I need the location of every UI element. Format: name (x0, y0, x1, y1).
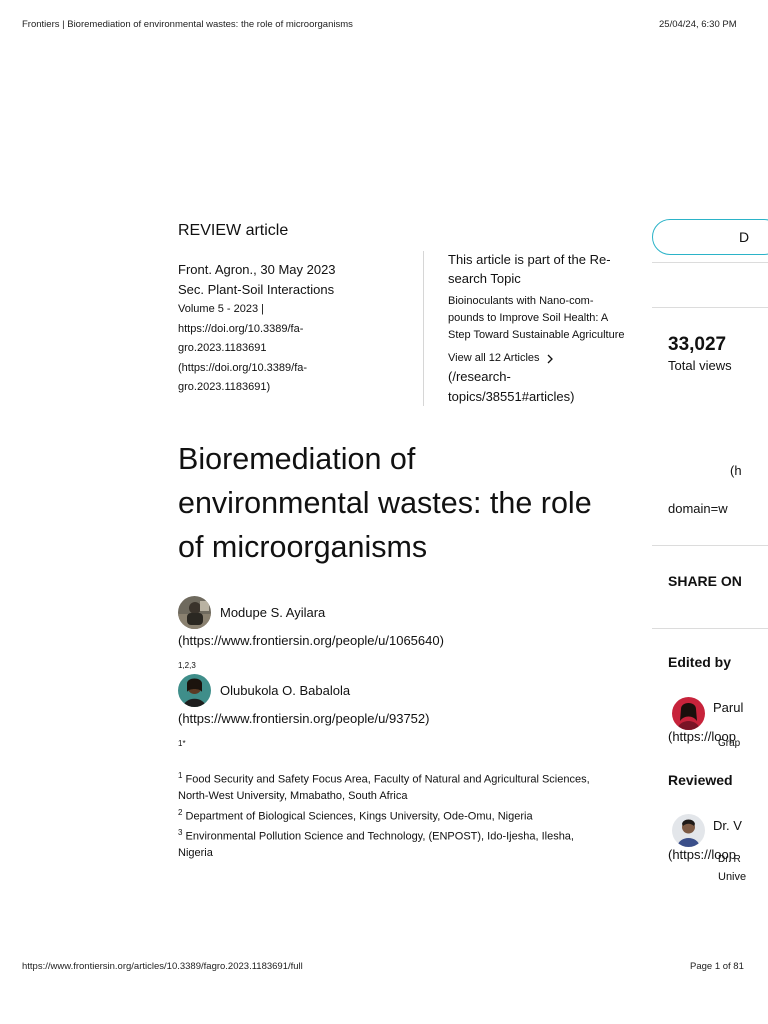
affiliation-item: 2 Department of Biological Sciences, Kin… (178, 805, 658, 825)
sidebar-divider (652, 545, 768, 546)
article-title-line-1: Bioremediation of (178, 442, 416, 476)
share-on-heading: SHARE ON (668, 573, 742, 589)
affiliation-text: Food Security and Safety Focus Area, Fac… (185, 773, 590, 786)
reviewed-by-heading: Reviewed (668, 772, 733, 788)
research-topic-box: This article is part of the Re- search T… (448, 250, 653, 407)
total-views-count: 33,027 (668, 334, 727, 355)
affiliation-text: Department of Biological Sciences, Kings… (185, 810, 533, 823)
avatar[interactable] (178, 674, 211, 707)
author-affiliation-marks: 1* (178, 739, 186, 748)
reviewer-affiliation: Unive (718, 871, 747, 883)
editor-affiliation: Grap (718, 738, 741, 749)
view-all-articles-label[interactable]: View all 12 Articles (448, 350, 540, 367)
article-title-line-2: environmental wastes: the role (178, 486, 592, 520)
avatar[interactable] (672, 697, 705, 730)
affiliation-number: 3 (178, 827, 183, 837)
affiliation-item: 1 Food Security and Safety Focus Area, F… (178, 768, 658, 788)
doi-line-2[interactable]: gro.2023.1183691 (178, 339, 408, 359)
view-all-articles-link[interactable]: View all 12 Articles (448, 350, 653, 367)
chevron-right-icon (547, 354, 553, 363)
download-article-button-label[interactable]: D (739, 229, 749, 245)
research-topic-intro-line-1: This article is part of the Re- (448, 252, 611, 267)
article-title-line-3: of microorganisms (178, 530, 428, 564)
right-sidebar: D 33,027 Total views (h domain=w SHARE O… (652, 0, 768, 1024)
download-article-button[interactable]: D (652, 219, 768, 255)
doi-url-text: (https://doi.org/10.3389/fa- gro.2023.11… (178, 359, 408, 398)
affiliation-text: Environmental Pollution Science and Tech… (185, 830, 574, 843)
affiliation-text: Nigeria (178, 846, 213, 859)
research-topic-title-line-2[interactable]: pounds to Improve Soil Health: A (448, 310, 653, 327)
research-topic-url-line-2: topics/38551#articles) (448, 389, 575, 404)
sidebar-divider (652, 628, 768, 629)
article-type-label: REVIEW article (178, 222, 289, 239)
sidebar-divider (652, 262, 768, 263)
research-topic-intro: This article is part of the Re- search T… (448, 250, 653, 288)
volume-label: Volume 5 - 2023 | (178, 303, 265, 315)
research-topic-title-line-3[interactable]: Step Toward Sustainable Agriculture (448, 327, 653, 344)
author-url: (https://www.frontiersin.org/people/u/10… (178, 633, 444, 648)
research-topic-title[interactable]: Bioinoculants with Nano-com- pounds to I… (448, 293, 653, 344)
print-footer-url: https://www.frontiersin.org/articles/10.… (22, 961, 303, 972)
research-topic-title-line-1[interactable]: Bioinoculants with Nano-com- (448, 293, 653, 310)
author-entry: Olubukola O. Babalola (https://www.front… (178, 674, 429, 748)
affiliation-text: North-West University, Mmabatho, South A… (178, 790, 408, 803)
doi-line-1[interactable]: https://doi.org/10.3389/fa- (178, 320, 408, 340)
affiliation-item: 3 Environmental Pollution Science and Te… (178, 825, 658, 845)
journal-date: Front. Agron., 30 May 2023 (178, 262, 336, 277)
doi-url-line-1: (https://doi.org/10.3389/fa- (178, 361, 308, 374)
affiliation-item: Nigeria (178, 845, 658, 862)
author-url: (https://www.frontiersin.org/people/u/93… (178, 711, 430, 726)
print-header-title: Frontiers | Bioremediation of environmen… (22, 19, 353, 30)
doi-link[interactable]: https://doi.org/10.3389/fa- gro.2023.118… (178, 320, 408, 359)
sidebar-link-fragment[interactable]: domain=w (668, 501, 728, 516)
research-topic-url-line-1: (/research- (448, 369, 511, 384)
avatar[interactable] (178, 596, 211, 629)
affiliations-list: 1 Food Security and Safety Focus Area, F… (178, 768, 658, 861)
section-label[interactable]: Sec. Plant-Soil Interactions (178, 280, 408, 300)
author-name-link[interactable]: Olubukola O. Babalola (220, 683, 350, 698)
reviewer-name-link[interactable]: Dr. V (713, 818, 742, 833)
research-topic-intro-line-2: search Topic (448, 271, 521, 286)
sidebar-link-fragment[interactable]: (h (730, 463, 742, 478)
article-meta: Front. Agron., 30 May 2023 Sec. Plant-So… (178, 260, 408, 398)
editor-name-link[interactable]: Parul (713, 700, 743, 715)
article-title: Bioremediation of environmental wastes: … (178, 437, 658, 569)
research-topic-url: (/research- topics/38551#articles) (448, 367, 653, 407)
affiliation-number: 2 (178, 807, 183, 817)
avatar[interactable] (672, 814, 705, 847)
sidebar-divider (652, 307, 768, 308)
doi-url-line-2: gro.2023.1183691) (178, 381, 271, 393)
meta-divider (423, 251, 424, 406)
author-affiliation-marks: 1,2,3 (178, 661, 196, 670)
affiliation-number: 1 (178, 771, 183, 780)
total-views-label: Total views (668, 358, 732, 373)
print-footer-page: Page 1 of 81 (690, 961, 744, 972)
edited-by-heading: Edited by (668, 654, 732, 670)
reviewer-affiliation: Dr. R (718, 854, 741, 865)
author-entry: Modupe S. Ayilara (https://www.frontiers… (178, 596, 444, 670)
affiliation-item: North-West University, Mmabatho, South A… (178, 788, 658, 805)
author-name-link[interactable]: Modupe S. Ayilara (220, 605, 325, 620)
